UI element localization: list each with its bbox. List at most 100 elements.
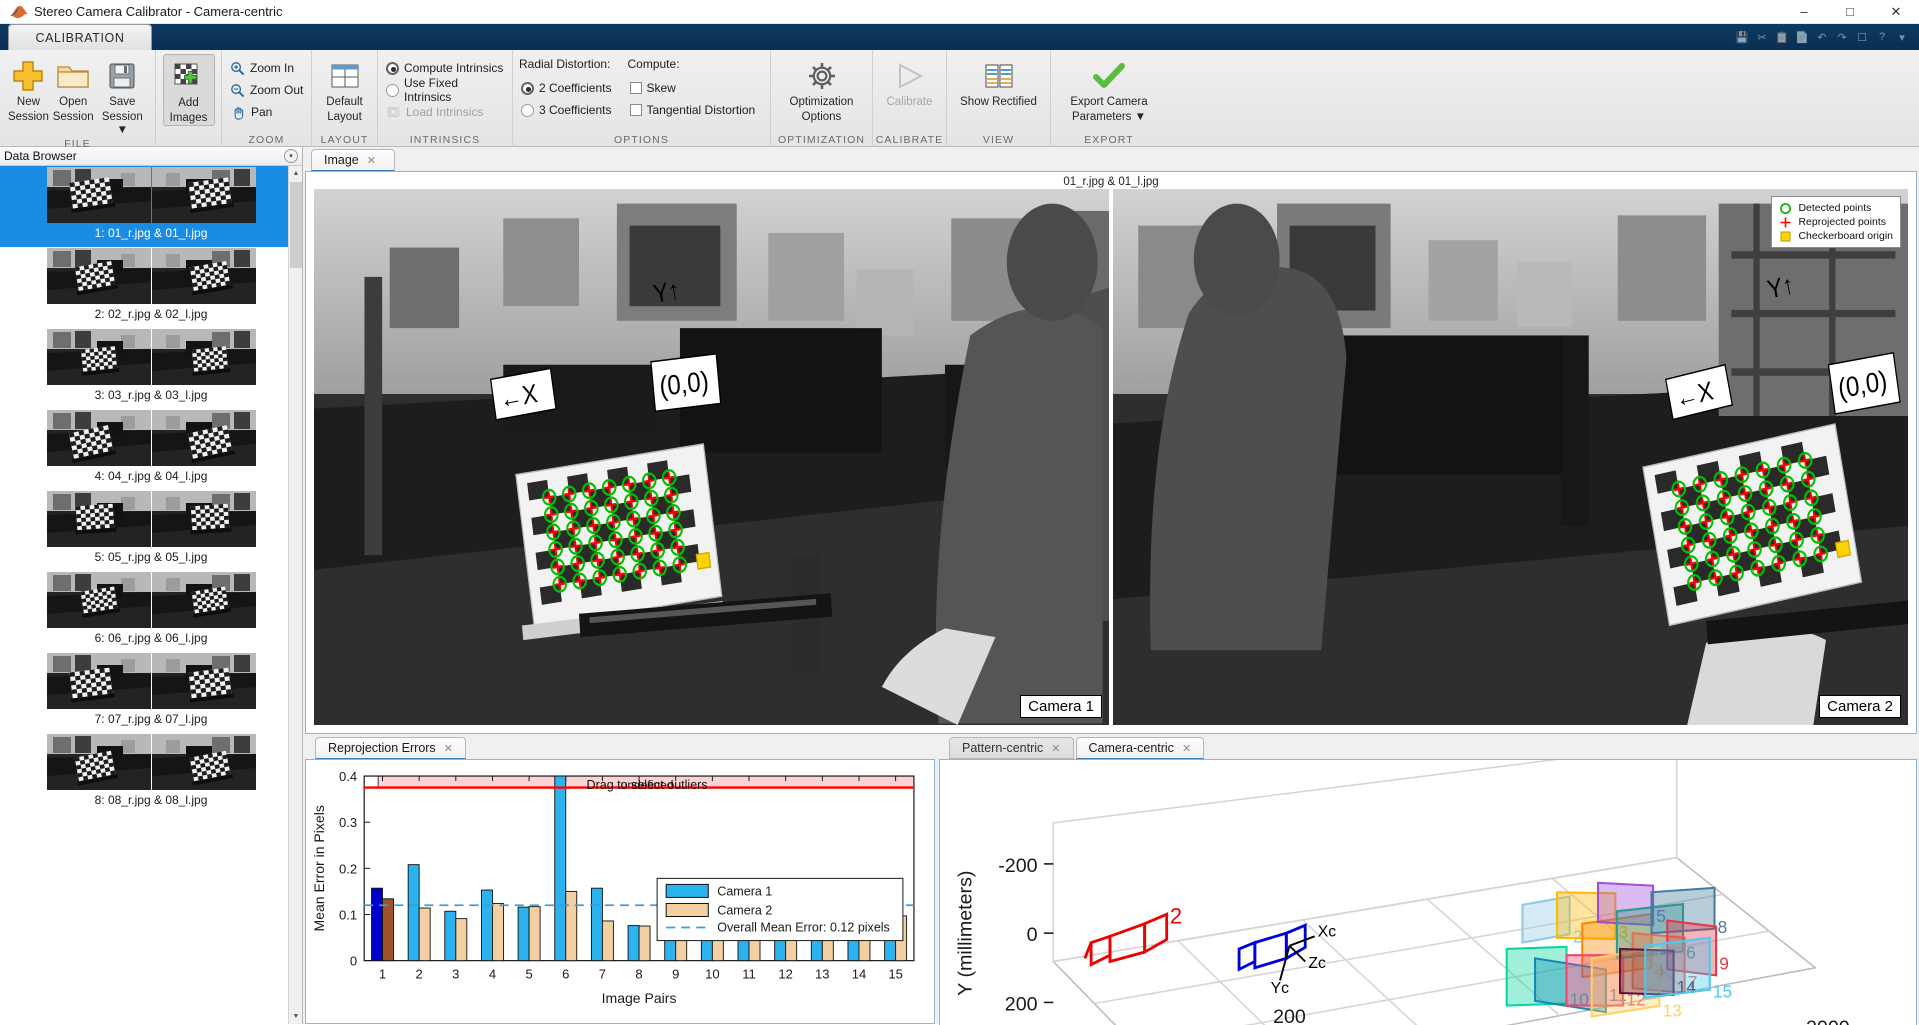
thumbnail-image <box>46 491 151 547</box>
list-item[interactable]: 7: 07_r.jpg & 07_l.jpg <box>0 652 302 733</box>
copy-icon[interactable]: 📋 <box>1773 29 1791 45</box>
list-item-label: 2: 02_r.jpg & 02_l.jpg <box>94 307 208 321</box>
thumbnail-pair <box>46 653 256 709</box>
save-session-line2: Session ▼ <box>101 111 143 136</box>
reprojection-errors-canvas[interactable]: undefined 0 0.1 0.2 0.3 0.4 1 2 3 4 5 6 7 8 9 10 11 12 13 1… <box>305 759 935 1024</box>
radio-icon <box>386 61 399 75</box>
right-pane: Image ✕ 01_r.jpg & 01_l.jpg (0,0) ←X Y↑ … <box>303 147 1919 1025</box>
cut-icon[interactable]: ✂ <box>1753 29 1771 45</box>
tab-pattern-centric-label: Pattern-centric <box>962 741 1044 755</box>
list-item[interactable]: 1: 01_r.jpg & 01_l.jpg <box>0 166 302 247</box>
svg-text:Yc: Yc <box>1271 980 1289 997</box>
close-icon[interactable]: ✕ <box>367 154 376 167</box>
svg-text:2000: 2000 <box>1806 1017 1850 1025</box>
svg-text:15: 15 <box>1713 982 1732 1002</box>
tab-pattern-centric[interactable]: Pattern-centric ✕ <box>949 737 1074 759</box>
help-icon[interactable]: ? <box>1873 29 1891 45</box>
tab-calibration[interactable]: CALIBRATION <box>8 24 152 50</box>
list-item[interactable]: 6: 06_r.jpg & 06_l.jpg <box>0 571 302 652</box>
svg-text:3: 3 <box>452 967 459 982</box>
scrollbar-thumb[interactable] <box>290 182 302 268</box>
svg-text:0: 0 <box>350 954 357 969</box>
close-button[interactable]: ✕ <box>1873 0 1919 24</box>
reprojection-errors-panel: Reprojection Errors ✕ undefined 0 0.1 0.2 0.… <box>305 737 935 1024</box>
scroll-up-icon[interactable]: ▲ <box>289 166 302 181</box>
export-camera-parameters-button[interactable]: Export Camera Parameters ▼ <box>1057 54 1161 124</box>
paste-icon[interactable]: 📄 <box>1793 29 1811 45</box>
extrinsics-canvas[interactable]: -2000200Y (millimeters)-400-2000200-600X… <box>939 759 1917 1025</box>
load-intrinsics-icon <box>386 105 401 119</box>
square-marker-icon <box>1780 231 1791 241</box>
close-icon[interactable]: ✕ <box>1182 742 1191 755</box>
default-layout-button[interactable]: Default Layout <box>319 54 371 124</box>
image-row: (0,0) ←X Y↑ Camera 1 (0,0) ←X Y↑ Detecte… <box>306 189 1916 733</box>
skew-checkbox[interactable]: Skew <box>628 77 756 99</box>
tab-image[interactable]: Image ✕ <box>311 149 395 171</box>
thumbnail-pair <box>46 329 256 385</box>
undo-icon[interactable]: ↶ <box>1813 29 1831 45</box>
open-session-button[interactable]: Open Session <box>51 54 96 124</box>
pan-label: Pan <box>251 105 273 119</box>
layout-icon[interactable]: ☐ <box>1853 29 1871 45</box>
play-triangle-icon <box>893 58 927 94</box>
legend-label: Detected points <box>1798 202 1872 214</box>
data-browser-list[interactable]: ▲ ▼ 1: 01_r.jpg & 01_l.jpg 2: 02_r.jpg & … <box>0 166 302 1024</box>
legend-detected-points: Detected points <box>1779 201 1893 215</box>
radio-icon <box>521 103 534 117</box>
close-icon[interactable]: ✕ <box>1051 742 1060 755</box>
list-item[interactable]: 5: 05_r.jpg & 05_l.jpg <box>0 490 302 571</box>
show-rectified-button[interactable]: Show Rectified <box>953 54 1044 109</box>
svg-text:Zc: Zc <box>1308 955 1326 972</box>
three-coefficients-radio[interactable]: 3 Coefficients <box>519 99 612 121</box>
tab-reprojection-errors[interactable]: Reprojection Errors ✕ <box>315 737 466 759</box>
two-coefficients-radio[interactable]: 2 Coefficients <box>519 77 612 99</box>
browser-scrollbar[interactable]: ▲ ▼ <box>288 166 302 1024</box>
calibrate-label: Calibrate <box>886 96 933 108</box>
ribbon-group-optimization: Optimization Options OPTIMIZATION <box>771 50 873 147</box>
svg-text:Y↑: Y↑ <box>651 276 681 310</box>
redo-icon[interactable]: ↷ <box>1833 29 1851 45</box>
skew-label: Skew <box>646 81 676 95</box>
svg-text:200: 200 <box>1273 1006 1306 1025</box>
zoom-out-item[interactable]: Zoom Out <box>228 79 303 101</box>
list-item[interactable]: 4: 04_r.jpg & 04_l.jpg <box>0 409 302 490</box>
thumbnail-image <box>151 734 256 790</box>
thumbnail-pair <box>46 248 256 304</box>
data-browser-title: Data Browser <box>4 149 77 163</box>
new-session-button[interactable]: New Session <box>6 54 51 124</box>
list-item[interactable]: 8: 08_r.jpg & 08_l.jpg <box>0 733 302 814</box>
thumbnail-image <box>46 248 151 304</box>
legend-checkerboard-origin: Checkerboard origin <box>1779 229 1893 243</box>
list-item-label: 5: 05_r.jpg & 05_l.jpg <box>94 550 208 564</box>
tab-camera-centric[interactable]: Camera-centric ✕ <box>1075 737 1205 759</box>
error-tabbar: Reprojection Errors ✕ <box>305 737 935 759</box>
add-images-button[interactable]: Add Images <box>162 54 215 126</box>
optimization-options-button[interactable]: Optimization Options <box>777 54 866 124</box>
layout-grid-icon <box>329 58 361 94</box>
save-session-button[interactable]: Save Session ▼ <box>96 54 149 137</box>
pan-item[interactable]: Pan <box>228 101 303 123</box>
tangential-distortion-checkbox[interactable]: Tangential Distortion <box>628 99 755 121</box>
minimize-button[interactable]: – <box>1781 0 1827 24</box>
svg-text:Camera 1: Camera 1 <box>717 884 772 898</box>
camera2-view[interactable]: (0,0) ←X Y↑ Detected points Reprojected … <box>1113 189 1908 725</box>
chevron-down-icon[interactable]: ▾ <box>1893 29 1911 45</box>
panel-menu-icon[interactable]: ▾ <box>284 149 298 163</box>
add-images-line2: Images <box>169 112 208 124</box>
thumbnail-pair <box>46 572 256 628</box>
list-item[interactable]: 2: 02_r.jpg & 02_l.jpg <box>0 247 302 328</box>
image-title: 01_r.jpg & 01_l.jpg <box>1063 176 1159 188</box>
svg-text:13: 13 <box>815 967 830 982</box>
svg-text:4: 4 <box>489 967 496 982</box>
svg-text:0.2: 0.2 <box>339 861 357 876</box>
close-icon[interactable]: ✕ <box>444 742 453 755</box>
maximize-button[interactable]: □ <box>1827 0 1873 24</box>
plus-marker-icon <box>1780 217 1791 227</box>
save-icon[interactable]: 💾 <box>1733 29 1751 45</box>
list-item[interactable]: 3: 03_r.jpg & 03_l.jpg <box>0 328 302 409</box>
use-fixed-intrinsics-radio[interactable]: Use Fixed Intrinsics <box>384 76 506 104</box>
zoom-in-item[interactable]: Zoom In <box>228 57 303 79</box>
scroll-down-icon[interactable]: ▼ <box>289 1009 302 1024</box>
tab-camera-centric-label: Camera-centric <box>1088 741 1174 755</box>
camera1-view[interactable]: (0,0) ←X Y↑ Camera 1 <box>314 189 1109 725</box>
